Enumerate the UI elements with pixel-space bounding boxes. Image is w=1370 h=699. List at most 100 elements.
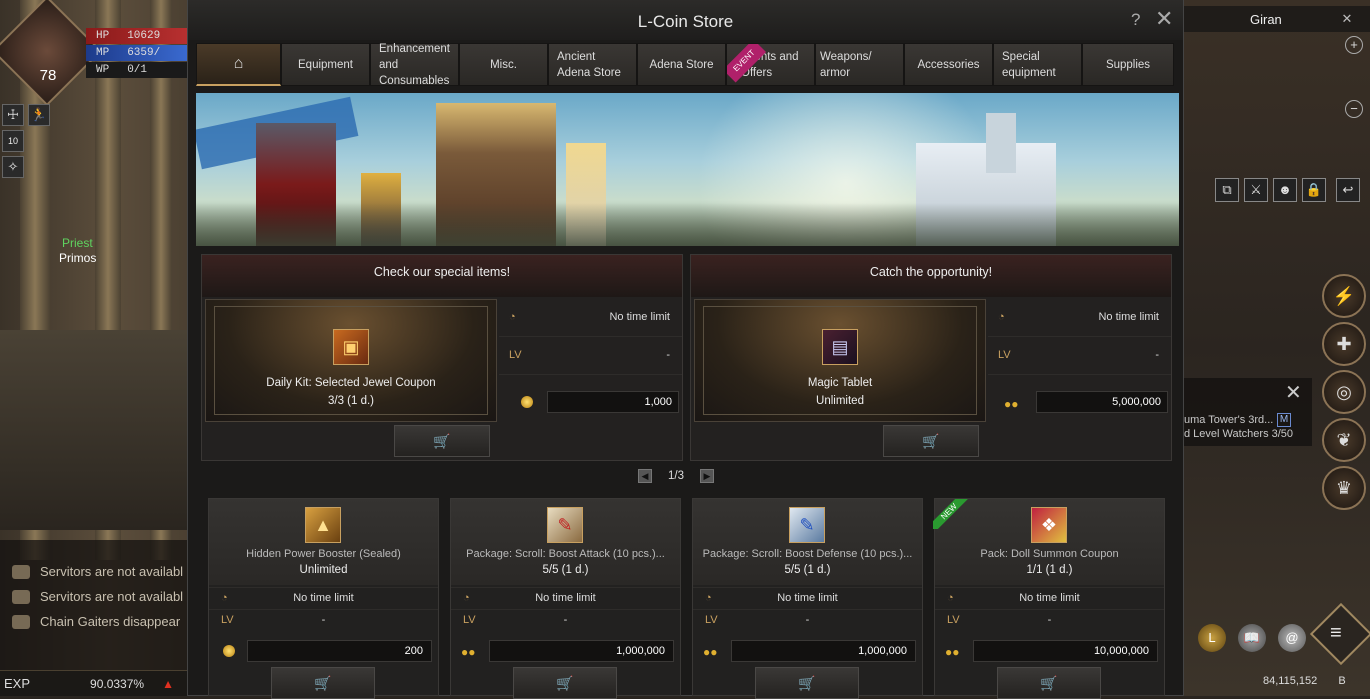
debuff-icon[interactable]: ✧: [2, 156, 24, 178]
magic-tablet-icon: ▤: [822, 329, 858, 365]
lcoin-icon: [223, 645, 235, 657]
tab-events[interactable]: EVENT Events and Offers: [726, 43, 815, 86]
buff-icon[interactable]: ☩: [2, 104, 24, 126]
tab-special-equipment[interactable]: Special equipment: [993, 43, 1082, 86]
adena-coins-icon: ●●: [461, 645, 476, 659]
item-quantity: 3/3 (1 d.): [327, 395, 375, 407]
tab-accessories[interactable]: Accessories: [904, 43, 993, 86]
close-icon[interactable]: ✕: [1155, 6, 1173, 32]
level-requirement: -: [805, 614, 810, 626]
featured-item-display[interactable]: ▣ Daily Kit: Selected Jewel Coupon 3/3 (…: [205, 299, 497, 422]
skill-target-icon[interactable]: ◎: [1322, 370, 1366, 414]
buy-cart-button[interactable]: 🛒: [394, 425, 490, 457]
return-icon[interactable]: ↩: [1336, 178, 1360, 202]
tab-weapons-armor[interactable]: Weapons/ armor: [815, 43, 904, 86]
time-limit: No time limit: [535, 592, 596, 604]
tab-home[interactable]: ⌂: [196, 43, 281, 86]
tab-equipment[interactable]: Equipment: [281, 43, 370, 86]
chat-line: Servitors are not availabl: [12, 564, 183, 579]
featured-info: ◔ No time limit LV - 1,000: [499, 299, 682, 422]
chat-window[interactable]: Servitors are not availabl Servitors are…: [0, 540, 188, 670]
system-message-icon: [12, 589, 30, 604]
skill-lightning-icon[interactable]: ⚡: [1322, 274, 1366, 318]
tab-adena-store[interactable]: Adena Store: [637, 43, 726, 86]
clock-icon: ◔: [998, 311, 1005, 323]
buy-cart-button[interactable]: 🛒: [883, 425, 979, 457]
level-row: LV -: [693, 609, 922, 631]
card-header: NEW ❖ Pack: Doll Summon Coupon 1/1 (1 d.…: [933, 499, 1164, 585]
time-limit: No time limit: [1098, 311, 1159, 323]
exp-value: 90.0337%: [90, 676, 145, 691]
zoom-out-icon[interactable]: −: [1345, 100, 1363, 118]
featured-panel: Catch the opportunity! ▤ Magic Tablet Un…: [690, 254, 1172, 461]
scroll-defense-icon: ✎: [789, 507, 825, 543]
tab-misc[interactable]: Misc.: [459, 43, 548, 86]
minimap-close-icon[interactable]: ✕: [1338, 10, 1356, 28]
npc-name[interactable]: Primos: [59, 251, 96, 265]
promo-banner[interactable]: [196, 93, 1179, 246]
product-card[interactable]: NEW ❖ Pack: Doll Summon Coupon 1/1 (1 d.…: [933, 498, 1165, 699]
buy-cart-button[interactable]: 🛒: [513, 667, 617, 699]
featured-item-display[interactable]: ▤ Magic Tablet Unlimited: [694, 299, 986, 422]
buy-cart-button[interactable]: 🛒: [755, 667, 859, 699]
level-label: LV: [221, 614, 234, 626]
next-page-icon[interactable]: ▶: [700, 469, 714, 483]
tab-supplies[interactable]: Supplies: [1082, 43, 1174, 86]
level-requirement: -: [563, 614, 568, 626]
tab-label: Accessories: [917, 58, 980, 71]
zoom-in-icon[interactable]: +: [1345, 36, 1363, 54]
tab-enhancement[interactable]: Enhancement and Consumables: [370, 43, 459, 87]
run-toggle-icon[interactable]: 🏃: [28, 104, 50, 126]
adena-unit: B: [1338, 675, 1346, 687]
skill-heal-icon[interactable]: ✚: [1322, 322, 1366, 366]
exp-bar: EXP 90.0337% ▲: [0, 670, 188, 696]
floor: [0, 330, 190, 530]
product-card[interactable]: ▲ Hidden Power Booster (Sealed) Unlimite…: [208, 498, 439, 699]
lcoin-store-window: L-Coin Store ? ✕ ⌂ Equipment Enhancement…: [187, 0, 1184, 699]
hp-label: HP: [96, 30, 110, 42]
spellbook-icon[interactable]: 📖: [1238, 624, 1266, 652]
buy-cart-button[interactable]: 🛒: [997, 667, 1101, 699]
character-level: 78: [39, 67, 57, 84]
titlebar[interactable]: L-Coin Store ? ✕: [188, 0, 1183, 40]
lcoin-shortcut-icon[interactable]: L: [1198, 624, 1226, 652]
clan-icon[interactable]: ☻: [1273, 178, 1297, 202]
prev-page-icon[interactable]: ◀: [638, 469, 652, 483]
wp-bar: WP 0/1: [86, 62, 188, 78]
swirl-icon[interactable]: @: [1278, 624, 1306, 652]
tab-ancient-adena[interactable]: Ancient Adena Store: [548, 43, 637, 86]
category-tabs: ⌂ Equipment Enhancement and Consumables …: [196, 43, 1174, 87]
jewel-coupon-icon: ▣: [333, 329, 369, 365]
level-row: LV -: [988, 337, 1171, 375]
quest-close-icon[interactable]: ✕: [1285, 380, 1302, 405]
mp-bar: MP 6359/: [86, 45, 188, 61]
price-field: 10,000,000: [973, 640, 1158, 662]
level-label: LV: [998, 349, 1011, 361]
lock-icon[interactable]: 🔒: [1302, 178, 1326, 202]
help-icon[interactable]: ?: [1131, 10, 1140, 30]
skill-fire-icon[interactable]: ❦: [1322, 418, 1366, 462]
tab-label: Ancient Adena Store: [557, 50, 621, 79]
quest-title[interactable]: uma Tower's 3rd...: [1184, 414, 1273, 426]
new-badge-label: NEW: [933, 499, 974, 529]
level-requirement: -: [321, 614, 326, 626]
cart-icon: 🛒: [556, 675, 574, 691]
time-row: ◔ No time limit: [451, 587, 680, 609]
adena-coins-icon: ●●: [945, 645, 960, 659]
level-row: LV -: [499, 337, 682, 375]
product-card[interactable]: ✎ Package: Scroll: Boost Defense (10 pcs…: [692, 498, 923, 699]
pvp-icon[interactable]: ⚔: [1244, 178, 1268, 202]
time-row: ◔ No time limit: [935, 587, 1164, 609]
level-label: LV: [509, 349, 522, 361]
home-icon: ⌂: [233, 55, 244, 72]
tab-label: Misc.: [490, 58, 517, 71]
price-field: 1,000: [547, 391, 679, 413]
trophy-icon[interactable]: ♛: [1322, 466, 1366, 510]
level-label: LV: [947, 614, 960, 626]
party-icon[interactable]: ⧉: [1215, 178, 1239, 202]
chat-line: Servitors are not availabl: [12, 589, 183, 604]
product-card[interactable]: ✎ Package: Scroll: Boost Attack (10 pcs.…: [450, 498, 681, 699]
npc-class: Priest: [62, 236, 93, 250]
buff-stack-icon[interactable]: 10: [2, 130, 24, 152]
buy-cart-button[interactable]: 🛒: [271, 667, 375, 699]
